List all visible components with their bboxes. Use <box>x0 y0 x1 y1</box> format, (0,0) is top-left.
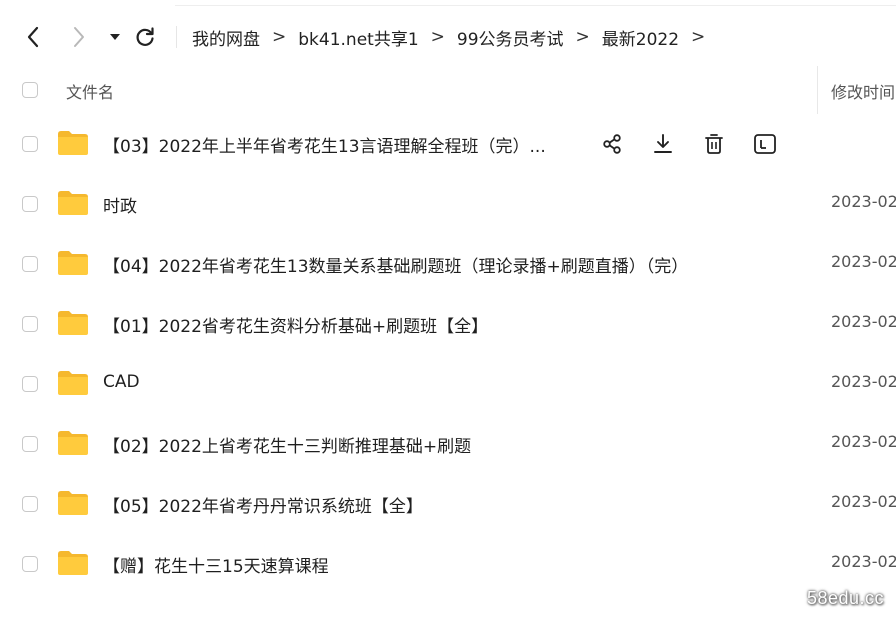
caret-down-icon <box>110 34 120 40</box>
file-name[interactable]: 【01】2022省考花生资料分析基础+刷题班【全】 <box>103 312 488 337</box>
download-icon <box>652 133 674 155</box>
breadcrumb-item-current[interactable]: 最新2022 <box>602 25 679 50</box>
breadcrumb-separator: > <box>430 27 445 47</box>
table-row[interactable]: 【01】2022省考花生资料分析基础+刷题班【全】 2023-02 <box>0 294 896 354</box>
table-row[interactable]: 【02】2022上省考花生十三判断推理基础+刷题 2023-02 <box>0 414 896 474</box>
select-all-checkbox[interactable] <box>22 82 38 98</box>
file-modified-time: 2023-02 <box>831 192 896 211</box>
row-checkbox[interactable] <box>22 196 38 212</box>
file-name[interactable]: 【04】2022年省考花生13数量关系基础刷题班（理论录播+刷题直播）（完） <box>103 252 688 277</box>
chevron-left-icon <box>27 26 39 48</box>
top-divider <box>175 5 896 6</box>
more-icon <box>753 133 777 155</box>
more-button[interactable] <box>749 128 781 160</box>
row-checkbox[interactable] <box>22 556 38 572</box>
breadcrumb-separator: > <box>691 27 706 47</box>
toolbar-divider <box>176 26 177 48</box>
file-modified-time: 2023-02 <box>831 432 896 451</box>
file-modified-time: 2023-02 <box>831 372 896 391</box>
chevron-right-icon <box>74 27 84 47</box>
row-checkbox[interactable] <box>22 136 38 152</box>
row-checkbox[interactable] <box>22 256 38 272</box>
file-modified-time: 2023-02 <box>831 552 896 571</box>
folder-icon <box>57 430 89 456</box>
toolbar: 我的网盘 > bk41.net共享1 > 99公务员考试 > 最新2022 > <box>0 14 896 60</box>
table-row[interactable]: 【04】2022年省考花生13数量关系基础刷题班（理论录播+刷题直播）（完） 20… <box>0 234 896 294</box>
row-checkbox[interactable] <box>22 436 38 452</box>
folder-icon <box>57 190 89 216</box>
breadcrumb-separator: > <box>575 27 590 47</box>
table-row[interactable]: CAD 2023-02 <box>0 354 896 414</box>
row-checkbox[interactable] <box>22 496 38 512</box>
breadcrumb: 我的网盘 > bk41.net共享1 > 99公务员考试 > 最新2022 > <box>192 14 717 60</box>
row-actions <box>596 128 800 160</box>
table-row[interactable]: 【03】2022年上半年省考花生13言语理解全程班（完）... <box>0 114 896 174</box>
breadcrumb-item-share[interactable]: bk41.net共享1 <box>298 25 418 50</box>
delete-button[interactable] <box>698 128 730 160</box>
column-header-name[interactable]: 文件名 <box>66 79 114 103</box>
share-button[interactable] <box>596 128 628 160</box>
file-name[interactable]: 时政 <box>103 192 137 217</box>
delete-icon <box>703 133 725 155</box>
folder-icon <box>57 130 89 156</box>
file-modified-time: 2023-02 <box>831 252 896 271</box>
share-icon <box>601 133 623 155</box>
refresh-icon <box>136 27 154 46</box>
download-button[interactable] <box>647 128 679 160</box>
file-list: 【03】2022年上半年省考花生13言语理解全程班（完）... 时政 2023-02… <box>0 114 896 594</box>
forward-button[interactable] <box>62 20 96 54</box>
file-name[interactable]: 【赠】花生十三15天速算课程 <box>103 552 329 577</box>
file-modified-time: 2023-02 <box>831 312 896 331</box>
file-modified-time: 2023-02 <box>831 492 896 511</box>
table-row[interactable]: 【赠】花生十三15天速算课程 2023-02 <box>0 534 896 594</box>
folder-icon <box>57 550 89 576</box>
folder-icon <box>57 310 89 336</box>
folder-icon <box>57 250 89 276</box>
watermark: 58edu.cc <box>806 588 884 608</box>
table-row[interactable]: 时政 2023-02 <box>0 174 896 234</box>
breadcrumb-item-root[interactable]: 我的网盘 <box>192 25 260 50</box>
history-dropdown-button[interactable] <box>100 20 130 54</box>
file-name[interactable]: 【02】2022上省考花生十三判断推理基础+刷题 <box>103 432 471 457</box>
breadcrumb-item-exam[interactable]: 99公务员考试 <box>457 25 564 50</box>
file-name[interactable]: CAD <box>103 372 140 392</box>
row-checkbox[interactable] <box>22 316 38 332</box>
file-name[interactable]: 【05】2022年省考丹丹常识系统班【全】 <box>103 492 423 517</box>
table-row[interactable]: 【05】2022年省考丹丹常识系统班【全】 2023-02 <box>0 474 896 534</box>
table-header: 文件名 修改时间 <box>0 66 896 114</box>
refresh-button[interactable] <box>128 20 162 54</box>
file-browser-window: 我的网盘 > bk41.net共享1 > 99公务员考试 > 最新2022 > … <box>0 0 896 617</box>
breadcrumb-separator: > <box>272 27 287 47</box>
back-button[interactable] <box>16 20 50 54</box>
folder-icon <box>57 490 89 516</box>
file-name[interactable]: 【03】2022年上半年省考花生13言语理解全程班（完）... <box>103 132 546 157</box>
column-divider[interactable] <box>817 66 818 114</box>
folder-icon <box>57 370 89 396</box>
column-header-modified[interactable]: 修改时间 <box>831 79 895 103</box>
row-checkbox[interactable] <box>22 376 38 392</box>
